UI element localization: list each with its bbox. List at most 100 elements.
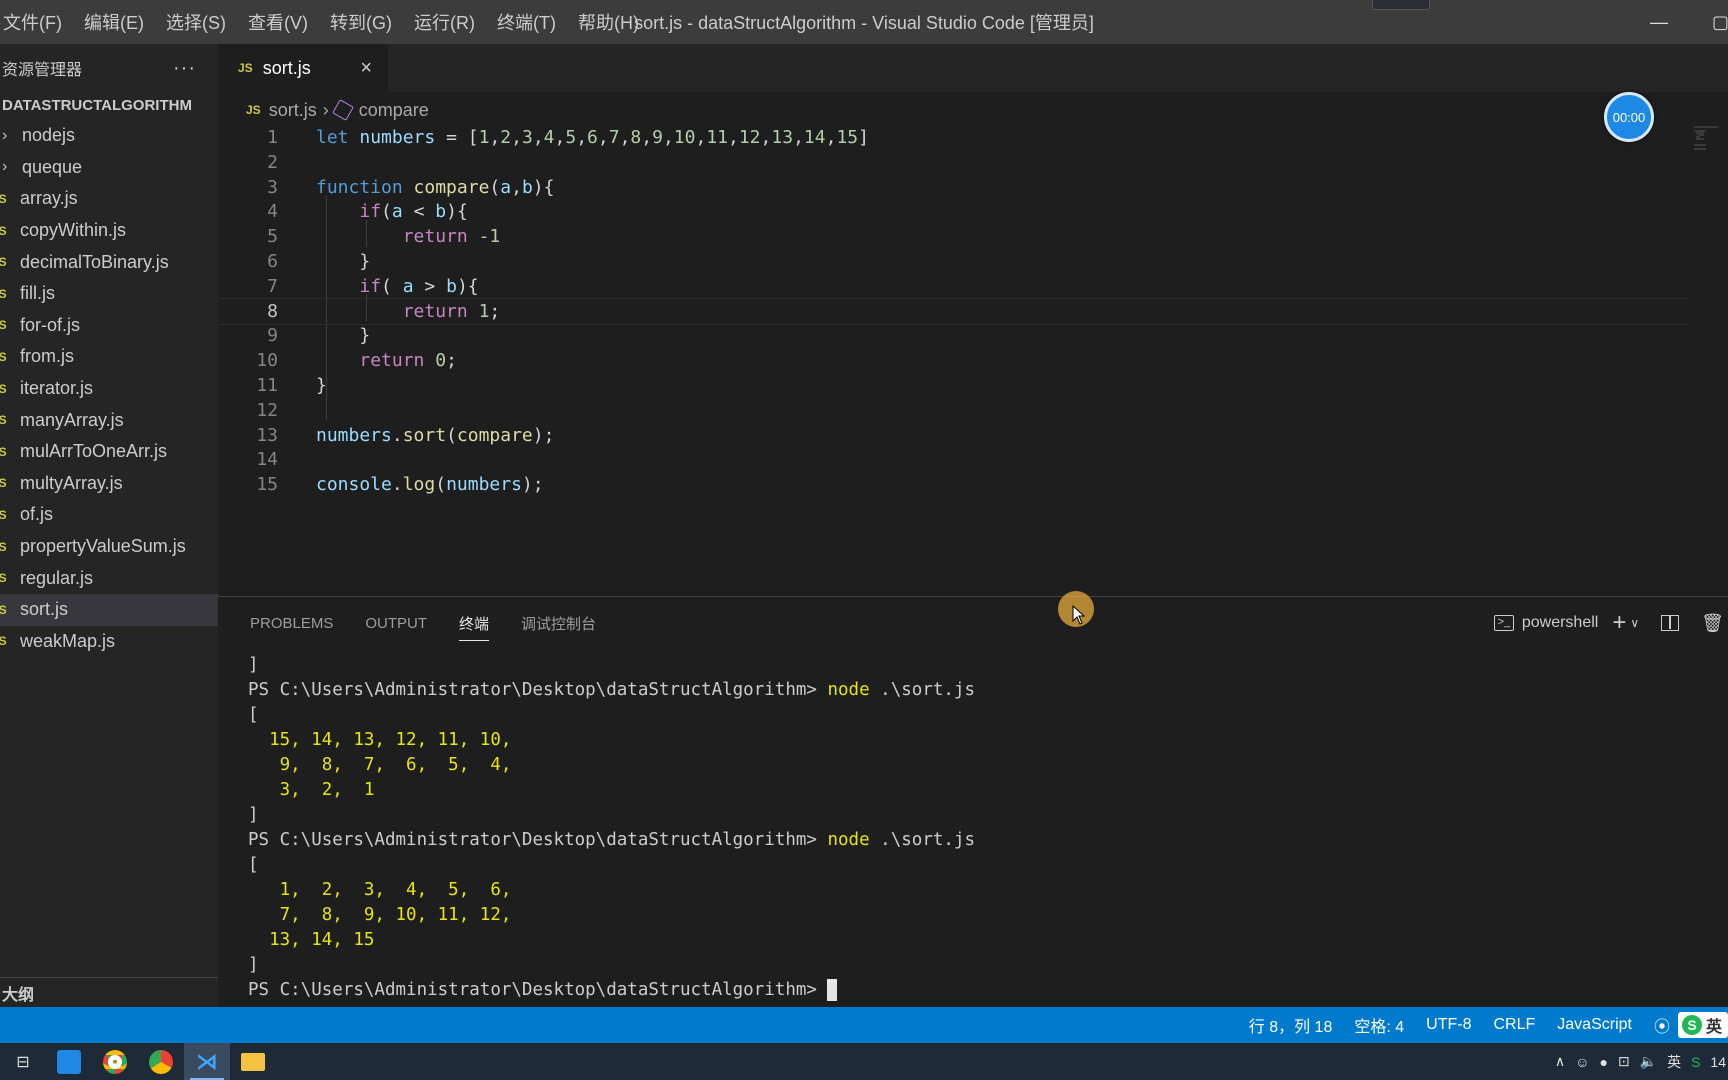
terminal-output[interactable]: ] PS C:\Users\Administrator\Desktop\dataS…	[248, 653, 1718, 1003]
indentation[interactable]: 空格: 4	[1354, 1013, 1404, 1037]
code-line[interactable]: 12	[218, 397, 1688, 424]
file-item[interactable]: JS regular.js	[0, 562, 218, 594]
minimize-button[interactable]: —	[1650, 0, 1668, 44]
menu-item[interactable]: 查看(V)	[237, 9, 319, 35]
editor-tab-bar: JS sort.js ×	[218, 44, 1728, 92]
code-editor[interactable]: 1 let numbers = [1,2,3,4,5,6,7,8,9,10,11,…	[218, 124, 1688, 594]
system-tray: ∧ ☺ ● ⊡ 🔈 英 S 14	[1555, 1043, 1728, 1080]
file-explorer-icon[interactable]	[230, 1043, 276, 1080]
maximize-button[interactable]: ▢	[1712, 0, 1728, 44]
panel-tab[interactable]: PROBLEMS	[250, 597, 333, 649]
close-icon[interactable]: ×	[360, 57, 372, 80]
code-line[interactable]: 4 if(a < b){	[218, 198, 1688, 225]
code-line[interactable]: 5 return -1	[218, 223, 1688, 250]
cursor-position[interactable]: 行 8，列 18	[1249, 1013, 1333, 1037]
tray-lang[interactable]: 英	[1667, 1052, 1681, 1072]
file-item[interactable]: JS weakMap.js	[0, 626, 218, 658]
file-item[interactable]: JS for-of.js	[0, 310, 218, 342]
line-number: 5	[267, 226, 278, 248]
file-item[interactable]: JS of.js	[0, 499, 218, 531]
terminal-array-values: 15, 14, 13, 12, 11, 10,	[248, 730, 512, 750]
code-line[interactable]: 1 let numbers = [1,2,3,4,5,6,7,8,9,10,11,…	[218, 124, 1688, 151]
more-actions-icon[interactable]: ···	[173, 57, 196, 80]
breadcrumb-symbol[interactable]: compare	[359, 100, 429, 121]
code-line[interactable]: 8 return 1;	[218, 297, 1688, 325]
file-item[interactable]: JS fill.js	[0, 278, 218, 310]
file-item[interactable]: JS manyArray.js	[0, 404, 218, 436]
menu-item[interactable]: 选择(S)	[155, 9, 237, 35]
clock[interactable]: 14	[1710, 1054, 1726, 1070]
shell-name[interactable]: powershell	[1522, 614, 1598, 632]
tab-sort-js[interactable]: JS sort.js ×	[218, 44, 388, 92]
file-item[interactable]: JS array.js	[0, 183, 218, 215]
network-icon[interactable]: ⊡	[1618, 1053, 1630, 1070]
symbol-method-icon	[331, 99, 354, 121]
file-label: iterator.js	[20, 378, 94, 399]
ime-indicator[interactable]: S英	[1677, 1012, 1728, 1038]
explorer-title: 资源管理器	[2, 62, 83, 79]
chevron-up-icon[interactable]: ∧	[1555, 1053, 1565, 1070]
menu-bar: 文件(F) 编辑(E) 选择(S) 查看(V) 转到(G) 运行(R) 终端(T) 帮助(H)	[0, 0, 650, 44]
file-item[interactable]: JS sort.js	[0, 593, 218, 626]
language-mode[interactable]: JavaScript	[1557, 1016, 1632, 1034]
code-line[interactable]: 6 }	[218, 248, 1688, 275]
code-line[interactable]: 9 }	[218, 322, 1688, 349]
menu-item[interactable]: 编辑(E)	[73, 9, 155, 35]
file-item[interactable]: JS propertyValueSum.js	[0, 531, 218, 563]
file-item[interactable]: JS multyArray.js	[0, 468, 218, 500]
file-item[interactable]: JS copyWithin.js	[0, 215, 218, 247]
outline-section[interactable]: 大纲	[0, 977, 218, 1007]
code-line[interactable]: 13 numbers.sort(compare);	[218, 422, 1688, 449]
line-number: 11	[256, 375, 278, 396]
line-ending[interactable]: CRLF	[1493, 1016, 1535, 1034]
file-item[interactable]: JS from.js	[0, 341, 218, 373]
add-terminal-icon[interactable]: +	[1612, 609, 1626, 637]
js-file-icon: JS	[246, 103, 261, 117]
terminal-line: ]	[248, 655, 259, 675]
menu-item[interactable]: 终端(T)	[486, 9, 567, 35]
js-file-icon: JS	[0, 191, 7, 206]
code-line[interactable]: 15 console.log(numbers);	[218, 471, 1688, 498]
file-item[interactable]: JS decimalToBinary.js	[0, 246, 218, 278]
breadcrumb-file[interactable]: sort.js	[269, 100, 317, 121]
code-line[interactable]: 11}	[218, 372, 1688, 399]
chrome-icon[interactable]	[138, 1043, 184, 1080]
chrome-icon[interactable]	[92, 1043, 138, 1080]
folder-item[interactable]: › nodejs	[0, 120, 218, 152]
trash-icon[interactable]: 🗑	[1701, 613, 1724, 634]
people-icon[interactable]: ☺	[1575, 1054, 1589, 1070]
chevron-down-icon[interactable]: ∨	[1630, 616, 1639, 630]
volume-icon[interactable]: 🔈	[1640, 1053, 1657, 1070]
split-terminal-icon[interactable]	[1661, 615, 1680, 631]
code-line[interactable]: 10 return 0;	[218, 347, 1688, 374]
sogou-tray-icon[interactable]: S	[1691, 1054, 1700, 1070]
code-line[interactable]: 7 if( a > b){	[218, 273, 1688, 300]
line-number: 15	[256, 474, 278, 496]
menu-item[interactable]: 运行(R)	[403, 9, 486, 35]
file-item[interactable]: JS mulArrToOneArr.js	[0, 436, 218, 468]
panel-tab[interactable]: 调试控制台	[521, 597, 596, 649]
code-text: console.log(numbers);	[316, 474, 544, 496]
menu-item[interactable]: 文件(F)	[0, 9, 73, 35]
line-number: 2	[267, 151, 278, 173]
folder-item[interactable]: › queque	[0, 152, 218, 184]
code-line[interactable]: 14	[218, 446, 1688, 473]
task-view-icon[interactable]: ⊟	[0, 1043, 46, 1080]
mic-icon[interactable]: ●	[1599, 1054, 1607, 1070]
minimap[interactable]	[1690, 124, 1720, 154]
broadcast-icon[interactable]: ⦿	[1654, 1013, 1670, 1037]
menu-item[interactable]: 转到(G)	[319, 9, 403, 35]
mouse-cursor-icon	[1072, 605, 1086, 625]
file-label: propertyValueSum.js	[20, 536, 186, 557]
file-item[interactable]: JS iterator.js	[0, 373, 218, 405]
code-line[interactable]: 2	[218, 149, 1688, 176]
app-icon-blue[interactable]	[46, 1043, 92, 1080]
vscode-icon[interactable]: ⋊	[184, 1043, 230, 1080]
code-line[interactable]: 3 function compare(a,b){	[218, 174, 1688, 201]
panel-tab[interactable]: OUTPUT	[365, 597, 427, 649]
encoding[interactable]: UTF-8	[1426, 1016, 1471, 1034]
code-text: }	[316, 375, 327, 396]
js-file-icon: JS	[0, 444, 7, 459]
panel-tab[interactable]: 终端	[459, 597, 490, 649]
workspace-root[interactable]: DATASTRUCTALGORITHM	[0, 92, 218, 118]
